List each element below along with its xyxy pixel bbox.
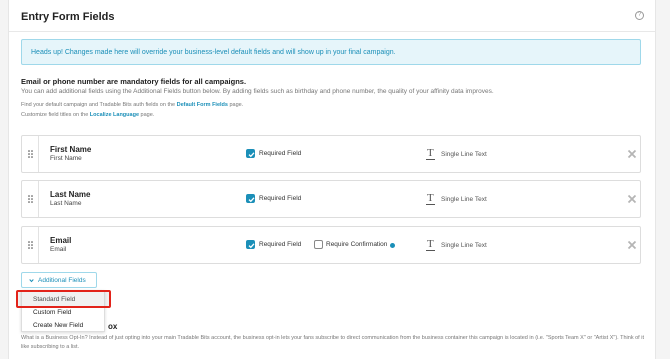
- require-confirmation-checkbox[interactable]: [314, 240, 323, 249]
- default-fields-prefix: Find your default campaign and Tradable …: [21, 102, 177, 108]
- info-icon[interactable]: [390, 243, 395, 248]
- drag-handle-icon[interactable]: [22, 181, 39, 217]
- chevron-down-icon: [29, 278, 34, 282]
- field-subtitle: First Name: [50, 155, 82, 162]
- default-fields-suffix: page.: [227, 102, 244, 108]
- fields-description: You can add additional fields using the …: [21, 88, 494, 95]
- field-name: Last Name: [50, 190, 91, 199]
- field-row-email: Email Email Required Field Require Confi…: [21, 226, 641, 264]
- menu-item-custom-field[interactable]: Custom Field: [33, 309, 71, 316]
- entry-form-fields-panel: Entry Form Fields ? Heads up! Changes ma…: [8, 0, 656, 359]
- localize-suffix: page.: [139, 112, 155, 118]
- drag-handle-icon[interactable]: [22, 227, 39, 263]
- required-field-checkbox[interactable]: [246, 149, 255, 158]
- text-type-icon: T: [426, 147, 435, 160]
- help-icon[interactable]: ?: [635, 11, 644, 20]
- required-field-label: Required Field: [259, 150, 302, 157]
- localize-language-link[interactable]: Localize Language: [90, 112, 139, 118]
- localize-note: Customize field titles on the Localize L…: [21, 112, 154, 118]
- menu-item-create-new-field[interactable]: Create New Field: [33, 322, 83, 329]
- require-confirmation-label: Require Confirmation: [326, 241, 388, 248]
- notice-banner: Heads up! Changes made here will overrid…: [21, 39, 641, 65]
- highlight-box: [16, 290, 111, 308]
- text-type-icon: T: [426, 192, 435, 205]
- field-subtitle: Last Name: [50, 200, 82, 207]
- field-type-label: Single Line Text: [441, 242, 487, 249]
- field-type-label: Single Line Text: [441, 151, 487, 158]
- localize-prefix: Customize field titles on the: [21, 112, 90, 118]
- page-title: Entry Form Fields: [21, 11, 115, 23]
- remove-field-icon[interactable]: [627, 149, 637, 159]
- business-optin-heading: ox: [108, 322, 118, 331]
- text-type-icon: T: [426, 238, 435, 251]
- field-row-last-name: Last Name Last Name Required Field T Sin…: [21, 180, 641, 218]
- mandatory-note: Email or phone number are mandatory fiel…: [21, 77, 247, 86]
- field-type-label: Single Line Text: [441, 196, 487, 203]
- required-field-checkbox[interactable]: [246, 240, 255, 249]
- title-divider: [9, 31, 655, 32]
- remove-field-icon[interactable]: [627, 240, 637, 250]
- additional-fields-button[interactable]: Additional Fields: [21, 272, 97, 288]
- default-fields-note: Find your default campaign and Tradable …: [21, 102, 243, 108]
- field-name: Email: [50, 236, 72, 245]
- business-optin-description: What is a Business Opt-In? Instead of ju…: [21, 335, 644, 350]
- additional-fields-label: Additional Fields: [38, 276, 86, 284]
- field-subtitle: Email: [50, 246, 67, 253]
- drag-handle-icon[interactable]: [22, 136, 39, 172]
- required-field-label: Required Field: [259, 195, 302, 202]
- required-field-checkbox[interactable]: [246, 194, 255, 203]
- field-name: First Name: [50, 145, 92, 154]
- default-form-fields-link[interactable]: Default Form Fields: [177, 102, 228, 108]
- remove-field-icon[interactable]: [627, 194, 637, 204]
- field-row-first-name: First Name First Name Required Field T S…: [21, 135, 641, 173]
- required-field-label: Required Field: [259, 241, 302, 248]
